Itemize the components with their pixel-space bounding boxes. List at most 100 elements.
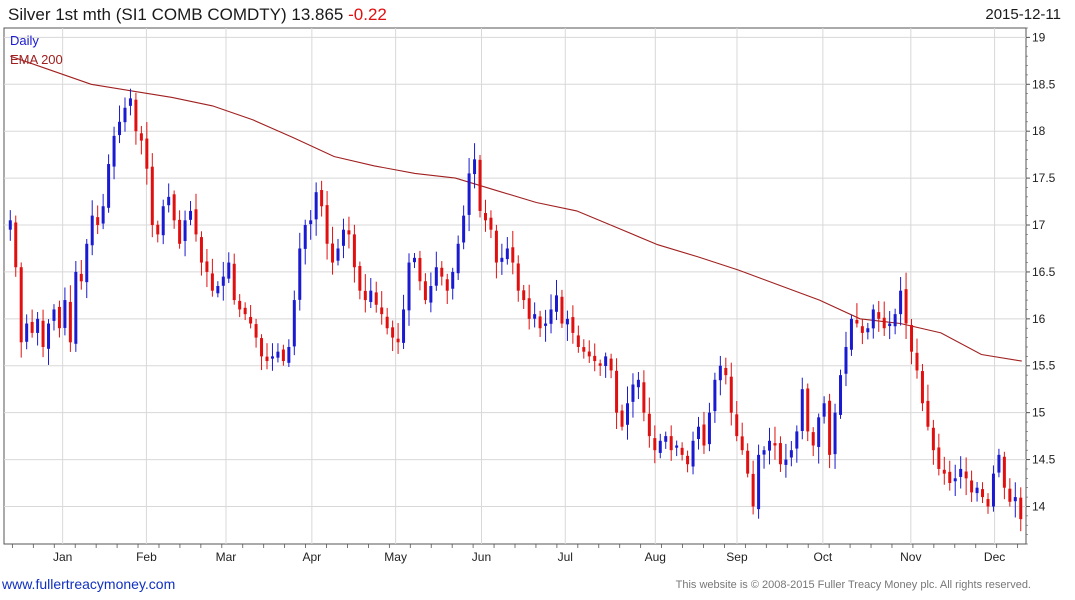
ohlc-bar: [139, 125, 143, 155]
bar-body: [14, 222, 18, 268]
bar-body: [199, 237, 203, 263]
bar-body: [90, 215, 94, 246]
ohlc-bar: [997, 448, 1001, 478]
bar-body: [445, 279, 449, 291]
ohlc-bar: [691, 431, 695, 475]
ohlc-bar: [522, 284, 526, 309]
y-tick-label: 16: [1032, 312, 1046, 326]
x-tick-label: Mar: [216, 550, 237, 564]
ohlc-bar: [205, 249, 209, 288]
bar-body: [598, 363, 602, 366]
ohlc-bar: [451, 267, 455, 300]
bar-body: [238, 300, 242, 310]
bar-body: [625, 403, 629, 425]
ohlc-bar: [560, 289, 564, 328]
ohlc-bar: [702, 411, 706, 454]
bar-body: [41, 320, 45, 347]
ohlc-bar: [828, 393, 832, 469]
price-chart: 14 14.5 15 15.5 16 16.5 17 17.5 18 18.5 19 Jan Feb M…: [3, 27, 1056, 564]
bar-body: [118, 121, 122, 136]
bar-body: [959, 468, 963, 477]
bar-body: [423, 281, 427, 301]
bar-body: [287, 346, 291, 363]
bar-body: [325, 205, 329, 244]
bar-body: [538, 316, 542, 329]
bar-body: [516, 263, 520, 291]
bar-body: [800, 389, 804, 432]
ohlc-bar: [527, 284, 531, 330]
legend: Daily EMA 200: [10, 33, 63, 67]
ohlc-bar: [593, 343, 597, 372]
ohlc-bar: [396, 323, 400, 354]
bar-body: [128, 98, 132, 106]
ohlc-bar: [183, 210, 187, 257]
ohlc-bar: [811, 427, 815, 457]
bar-body: [85, 243, 89, 283]
ohlc-bar: [90, 200, 94, 256]
ohlc-bar: [642, 370, 646, 422]
ohlc-bar: [778, 436, 782, 472]
ohlc-bar: [281, 344, 285, 366]
bar-body: [773, 443, 777, 446]
ohlc-bar: [647, 397, 651, 448]
ohlc-bar: [800, 377, 804, 440]
y-tick-label: 15.5: [1032, 359, 1056, 373]
bar-body: [549, 309, 553, 324]
bar-body: [560, 296, 564, 324]
bar-body: [981, 489, 985, 498]
ohlc-bar: [631, 373, 635, 418]
ohlc-bar: [123, 97, 127, 132]
y-tick-label: 17: [1032, 218, 1046, 232]
bar-body: [582, 347, 586, 352]
bar-body: [997, 454, 1001, 473]
bar-body: [653, 438, 657, 451]
ohlc-bar: [363, 274, 367, 313]
ohlc-bar: [232, 253, 236, 305]
bar-body: [844, 346, 848, 374]
ohlc-bar: [516, 255, 520, 302]
footer-copyright: This website is © 2008-2015 Fuller Treac…: [675, 579, 1031, 591]
x-tick-label: Oct: [814, 550, 833, 564]
ohlc-bar: [931, 419, 935, 465]
ohlc-bar: [57, 300, 61, 338]
ohlc-bar: [893, 308, 897, 335]
bar-body: [680, 447, 684, 455]
bar-body: [396, 338, 400, 343]
bar-body: [369, 290, 373, 303]
x-tick-label: Sep: [726, 550, 748, 564]
ohlc-bar: [615, 358, 619, 430]
ohlc-bar: [385, 307, 389, 335]
ohlc-bar: [620, 404, 624, 431]
ohlc-bar: [227, 252, 231, 284]
bar-body: [462, 215, 466, 243]
bar-body: [25, 323, 29, 342]
bar-body: [270, 356, 274, 359]
ohlc-bar: [571, 305, 575, 344]
bar-body: [587, 351, 591, 357]
legend-daily: Daily: [10, 33, 39, 48]
bar-body: [336, 248, 340, 261]
bar-body: [975, 487, 979, 494]
bar-body: [620, 410, 624, 427]
footer-website-link[interactable]: www.fullertreacymoney.com: [2, 576, 175, 592]
ohlc-bar: [369, 278, 373, 308]
ohlc-bar: [675, 440, 679, 457]
bar-body: [260, 338, 264, 357]
ohlc-bar: [604, 352, 608, 378]
ohlc-bar: [937, 433, 941, 476]
ohlc-bar: [664, 431, 668, 449]
ohlc-bar: [1008, 478, 1012, 507]
ohlc-bar: [855, 303, 859, 328]
y-tick-label: 19: [1032, 30, 1046, 44]
bar-body: [347, 230, 351, 235]
bar-body: [8, 220, 12, 230]
bar-body: [527, 298, 531, 319]
bar-body: [451, 271, 455, 289]
bar-body: [407, 262, 411, 311]
bar-body: [194, 209, 198, 235]
bar-body: [221, 276, 225, 286]
bar-body: [806, 388, 810, 432]
ohlc-bar: [768, 427, 772, 465]
bar-body: [172, 194, 176, 221]
bar-body: [210, 273, 214, 291]
